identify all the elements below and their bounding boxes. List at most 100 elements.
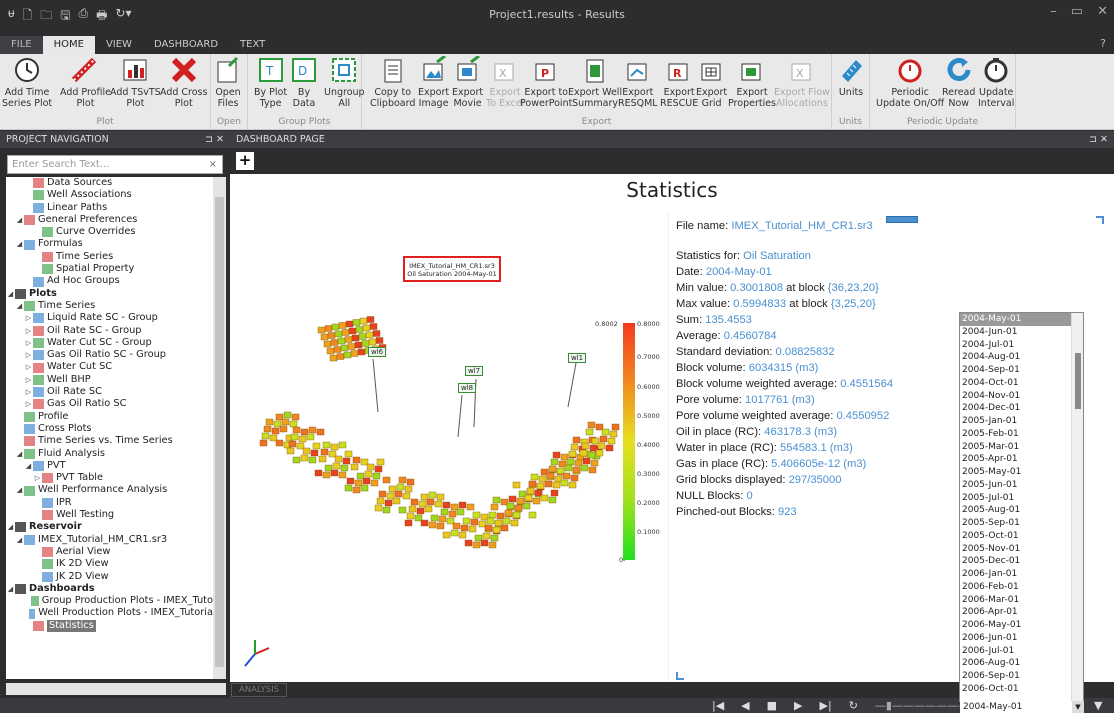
tree-item[interactable]: ▷ Oil Rate SC - Group <box>6 325 213 337</box>
stop-button[interactable]: ■ <box>767 698 777 713</box>
chevron-down-icon[interactable]: ▼ <box>1072 701 1084 713</box>
first-frame-button[interactable]: |◀ <box>712 698 724 713</box>
reread-now-button[interactable]: Reread Now <box>942 56 975 109</box>
navigation-scrollbar[interactable] <box>213 177 226 679</box>
expander-icon[interactable]: ▷ <box>24 361 33 373</box>
tree-item[interactable]: JK 2D View <box>6 571 213 583</box>
date-dropdown-list[interactable]: 2004-May-01 2004-Jun-01 2004-Jul-01 2004-Au… <box>959 312 1084 702</box>
restore-button[interactable]: ▭ <box>1071 4 1083 19</box>
tree-item[interactable]: Curve Overrides <box>6 226 213 238</box>
expander-icon[interactable]: ◢ <box>6 583 15 595</box>
tree-item[interactable]: ◢ General Preferences <box>6 214 213 226</box>
tree-item[interactable]: Well Testing <box>6 509 213 521</box>
tree-item[interactable]: ◢ Well Performance Analysis <box>6 484 213 496</box>
tab-view[interactable]: VIEW <box>95 36 143 54</box>
tree-item[interactable]: Well Associations <box>6 189 213 201</box>
tab-home[interactable]: HOME <box>42 36 95 54</box>
export-to-powerpoint-button[interactable]: P Export to PowerPoint <box>520 56 572 109</box>
expander-icon[interactable]: ▷ <box>24 312 33 324</box>
expander-icon[interactable]: ◢ <box>15 448 24 460</box>
tree-item[interactable]: ▷ Water Cut SC - Group <box>6 337 213 349</box>
tree-item[interactable]: ◢ IMEX_Tutorial_HM_CR1.sr3 <box>6 534 213 546</box>
date-list-scroll-thumb[interactable] <box>1075 353 1081 409</box>
date-option[interactable]: 2005-Feb-01 <box>960 428 1083 441</box>
tree-item[interactable]: ▷ Oil Rate SC <box>6 386 213 398</box>
date-option[interactable]: 2006-Sep-01 <box>960 670 1083 683</box>
add-dashboard-item-button[interactable]: + <box>236 152 254 170</box>
tree-item[interactable]: Data Sources <box>6 177 213 189</box>
date-option[interactable]: 2005-Jul-01 <box>960 492 1083 505</box>
scroll-thumb[interactable] <box>215 197 224 667</box>
date-option[interactable]: 2004-Aug-01 <box>960 351 1083 364</box>
date-option[interactable]: 2005-Dec-01 <box>960 555 1083 568</box>
tree-item[interactable]: ◢ Plots <box>6 288 213 300</box>
expander-icon[interactable]: ◢ <box>15 300 24 312</box>
date-option[interactable]: 2005-Jun-01 <box>960 479 1083 492</box>
well-label[interactable]: wl6 <box>368 347 387 357</box>
search-input[interactable]: Enter Search Text... × <box>7 155 223 174</box>
tab-analysis[interactable]: ANALYSIS <box>231 683 287 697</box>
expander-icon[interactable]: ◢ <box>6 288 15 300</box>
date-option[interactable]: 2005-Apr-01 <box>960 453 1083 466</box>
loop-button[interactable]: ↻ <box>849 698 858 713</box>
tree-item[interactable]: ▷ Liquid Rate SC - Group <box>6 312 213 324</box>
tab-text[interactable]: TEXT <box>229 36 276 54</box>
corner-handle[interactable] <box>676 672 684 680</box>
date-option[interactable]: 2004-Oct-01 <box>960 377 1083 390</box>
clear-search-icon[interactable]: × <box>209 156 217 173</box>
corner-handle[interactable] <box>1096 216 1104 224</box>
help-icon[interactable]: ? <box>1100 37 1106 50</box>
date-option[interactable]: 2006-Apr-01 <box>960 606 1083 619</box>
export-grid-button[interactable]: Export Grid <box>696 56 727 109</box>
dashboard-pin-close[interactable]: ⊐ ✕ <box>1089 131 1108 148</box>
expander-icon[interactable]: ▷ <box>24 337 33 349</box>
date-option[interactable]: 2004-Dec-01 <box>960 402 1083 415</box>
update-interval-button[interactable]: Update Interval <box>978 56 1014 109</box>
tree-item[interactable]: Profile <box>6 411 213 423</box>
export-properties-button[interactable]: Export Properties <box>728 56 776 109</box>
expander-icon[interactable]: ▷ <box>24 349 33 361</box>
navigation-hscrollbar[interactable] <box>6 683 226 695</box>
date-option[interactable]: 2006-Jun-01 <box>960 632 1083 645</box>
export-movie-button[interactable]: Export Movie <box>452 56 483 109</box>
well-label[interactable]: wl7 <box>465 366 484 376</box>
export-rescue-button[interactable]: R Export RESCUE <box>660 56 698 109</box>
tab-dashboard[interactable]: DASHBOARD <box>143 36 229 54</box>
date-option[interactable]: 2006-Oct-01 <box>960 683 1083 696</box>
add-tsvts-plot-button[interactable]: Add TSvTS Plot <box>110 56 161 109</box>
date-option[interactable]: 2005-Oct-01 <box>960 530 1083 543</box>
tree-item[interactable]: Well Production Plots - IMEX_Tutoria <box>6 607 213 619</box>
tree-item[interactable]: ◢ Time Series <box>6 300 213 312</box>
expander-icon[interactable]: ▷ <box>24 386 33 398</box>
tree-item[interactable]: ▷ Well BHP <box>6 374 213 386</box>
date-option[interactable]: 2004-Sep-01 <box>960 364 1083 377</box>
date-option[interactable]: 2005-Mar-01 <box>960 441 1083 454</box>
group-by-data-button[interactable]: D By Data <box>290 56 318 109</box>
minimize-button[interactable]: – <box>1050 4 1057 19</box>
play-button[interactable]: ▶ <box>794 698 802 713</box>
open-files-button[interactable]: Open Files <box>215 56 241 109</box>
date-option[interactable]: 2006-May-01 <box>960 619 1083 632</box>
date-option[interactable]: 2004-May-01 <box>960 313 1083 326</box>
tree-item[interactable]: Spatial Property <box>6 263 213 275</box>
periodic-update-toggle-button[interactable]: Periodic Update On/Off <box>876 56 944 109</box>
expander-icon[interactable]: ◢ <box>6 521 15 533</box>
export-flow-allocations-button[interactable]: X Export Flow Allocations <box>774 56 830 109</box>
date-option[interactable]: 2004-Jun-01 <box>960 326 1083 339</box>
last-frame-button[interactable]: ▶| <box>820 698 832 713</box>
previous-frame-button[interactable]: ◀ <box>741 698 749 713</box>
tree-item[interactable]: ◢ PVT <box>6 460 213 472</box>
export-image-button[interactable]: Export Image <box>418 56 449 109</box>
group-by-plot-type-button[interactable]: T By Plot Type <box>254 56 287 109</box>
date-select[interactable]: 2004-May-01 ▼ <box>960 701 1084 713</box>
date-option[interactable]: 2005-May-01 <box>960 466 1083 479</box>
date-option[interactable]: 2005-Jan-01 <box>960 415 1083 428</box>
panel-pin-close[interactable]: ⊐ ✕ <box>205 131 224 148</box>
tree-item[interactable]: Cross Plots <box>6 423 213 435</box>
tree-item[interactable]: ▷ Water Cut SC <box>6 361 213 373</box>
export-to-excel-button[interactable]: X Export To Excel <box>486 56 524 109</box>
date-option[interactable]: 2005-Nov-01 <box>960 543 1083 556</box>
3d-reservoir-view[interactable]: IMEX_Tutorial_HM_CR1.sr3 Oil Saturation … <box>233 212 669 682</box>
tree-item[interactable]: ▷ Gas Oil Ratio SC - Group <box>6 349 213 361</box>
tree-item[interactable]: IPR <box>6 497 213 509</box>
